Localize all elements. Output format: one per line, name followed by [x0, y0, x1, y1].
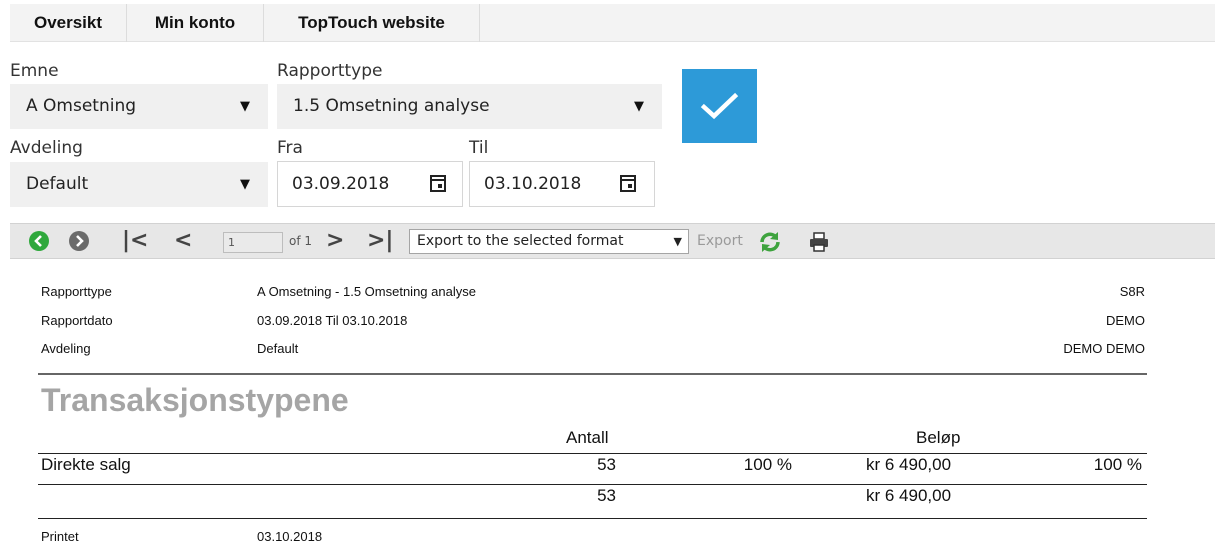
last-page-icon[interactable]: >| — [367, 228, 393, 254]
dropdown-arrow-icon: ▼ — [240, 99, 250, 114]
meta-right: DEMO DEMO — [1063, 341, 1145, 356]
avdeling-label: Avdeling — [10, 138, 83, 158]
footer-label: Printet — [41, 529, 79, 544]
footer-value: 03.10.2018 — [257, 529, 323, 544]
meta-value: A Omsetning - 1.5 Omsetning analyse — [257, 284, 476, 299]
emne-select[interactable]: A Omsetning ▼ — [10, 84, 268, 129]
tab-oversikt[interactable]: Oversikt — [10, 4, 127, 42]
meta-right: DEMO — [1106, 313, 1145, 328]
total-belop: kr 6 490,00 — [866, 486, 952, 505]
row-name: Direkte salg — [41, 455, 131, 474]
column-header-belop: Beløp — [916, 428, 961, 447]
emne-value: A Omsetning — [26, 96, 137, 116]
calendar-icon[interactable] — [620, 175, 636, 192]
tab-min-konto[interactable]: Min konto — [127, 4, 264, 42]
til-date-input[interactable]: 03.10.2018 — [469, 161, 655, 207]
first-page-icon[interactable]: |< — [122, 228, 148, 254]
export-button[interactable]: Export — [697, 233, 743, 249]
back-icon[interactable] — [29, 231, 49, 251]
dropdown-arrow-icon: ▼ — [634, 99, 644, 114]
divider — [38, 373, 1147, 375]
previous-page-icon[interactable]: < — [174, 228, 192, 254]
submit-button[interactable] — [682, 69, 757, 143]
row-antall: 53 — [597, 455, 616, 474]
tab-toptouch-website[interactable]: TopTouch website — [264, 4, 480, 42]
dropdown-arrow-icon: ▼ — [240, 177, 250, 192]
fra-date-value: 03.09.2018 — [292, 174, 390, 194]
row-antall-pct: 100 % — [743, 455, 792, 474]
meta-label: Avdeling — [41, 341, 91, 356]
refresh-icon[interactable] — [758, 230, 782, 258]
forward-icon[interactable] — [69, 231, 89, 251]
report-toolbar: |< < 1 of 1 > >| Export to the selected … — [10, 223, 1215, 259]
print-icon[interactable] — [808, 231, 830, 257]
meta-value: Default — [257, 341, 299, 356]
til-label: Til — [469, 138, 489, 158]
export-format-value: Export to the selected format — [417, 233, 624, 249]
divider — [38, 484, 1147, 485]
dropdown-arrow-icon: ▼ — [673, 235, 682, 248]
divider — [38, 453, 1147, 454]
meta-value: 03.09.2018 Til 03.10.2018 — [257, 313, 408, 328]
avdeling-select[interactable]: Default ▼ — [10, 162, 268, 207]
meta-label: Rapporttype — [41, 284, 112, 299]
rapporttype-label: Rapporttype — [277, 61, 383, 81]
page-number-input[interactable]: 1 — [223, 232, 283, 253]
calendar-icon[interactable] — [430, 175, 446, 192]
page-count: of 1 — [289, 234, 313, 248]
row-belop-pct: 100 % — [1093, 455, 1142, 474]
row-belop: kr 6 490,00 — [866, 455, 952, 474]
column-header-antall: Antall — [566, 428, 609, 447]
section-title: Transaksjonstypene — [41, 382, 349, 418]
meta-label: Rapportdato — [41, 313, 113, 328]
rapporttype-value: 1.5 Omsetning analyse — [293, 96, 490, 116]
avdeling-value: Default — [26, 174, 89, 194]
top-nav: Oversikt Min konto TopTouch website — [10, 4, 1215, 42]
fra-label: Fra — [277, 138, 303, 158]
meta-right: S8R — [1119, 284, 1145, 299]
divider — [38, 518, 1147, 519]
checkmark-icon — [700, 92, 739, 120]
fra-date-input[interactable]: 03.09.2018 — [277, 161, 463, 207]
total-antall: 53 — [597, 486, 616, 505]
til-date-value: 03.10.2018 — [484, 174, 582, 194]
export-format-select[interactable]: Export to the selected format ▼ — [409, 229, 689, 254]
rapporttype-select[interactable]: 1.5 Omsetning analyse ▼ — [277, 84, 662, 129]
emne-label: Emne — [10, 61, 59, 81]
next-page-icon[interactable]: > — [326, 228, 344, 254]
